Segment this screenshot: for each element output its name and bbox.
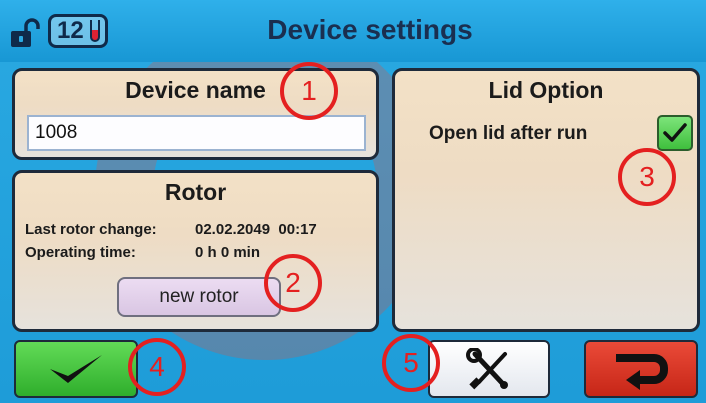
last-rotor-change-label: Last rotor change: xyxy=(25,221,157,238)
lid-option-title: Lid Option xyxy=(488,77,604,103)
open-lid-after-run-checkbox[interactable] xyxy=(657,115,693,151)
device-name-input[interactable] xyxy=(27,115,366,151)
badge-count: 12 xyxy=(57,17,84,44)
marker-4: 4 xyxy=(128,338,186,396)
rotor-title: Rotor xyxy=(164,179,227,205)
header-bar: 12 Device settings xyxy=(0,0,706,62)
back-button[interactable] xyxy=(584,340,698,398)
checkmark-icon xyxy=(663,123,687,142)
open-lid-after-run-label: Open lid after run xyxy=(429,123,588,144)
new-rotor-button[interactable]: new rotor xyxy=(117,277,281,317)
operating-time-label: Operating time: xyxy=(25,244,136,261)
page-title: Device settings xyxy=(267,14,473,45)
marker-3: 3 xyxy=(618,148,676,206)
checkmark-icon xyxy=(50,355,102,383)
last-rotor-change-row: Last rotor change: 02.02.2049 00:17 xyxy=(25,221,317,238)
operating-time-value: 0 h 0 min xyxy=(195,244,261,261)
last-rotor-change-value: 02.02.2049 00:17 xyxy=(195,221,317,238)
device-settings-screen: 12 Device settings Device name Rotor Las… xyxy=(0,0,706,403)
operating-time-row: Operating time: 0 h 0 min xyxy=(25,244,260,261)
rotor-panel: Rotor Last rotor change: 02.02.2049 00:17… xyxy=(12,170,379,332)
marker-1: 1 xyxy=(280,62,338,120)
service-tools-button[interactable] xyxy=(428,340,550,398)
marker-2: 2 xyxy=(264,254,322,312)
wrench-screwdriver-icon xyxy=(466,348,508,390)
test-tube-icon xyxy=(90,20,100,42)
unlocked-lock-icon[interactable] xyxy=(10,18,40,48)
return-arrow-icon xyxy=(616,354,668,390)
sample-count-badge: 12 xyxy=(48,14,108,48)
confirm-button[interactable] xyxy=(14,340,138,398)
marker-5: 5 xyxy=(382,334,440,392)
